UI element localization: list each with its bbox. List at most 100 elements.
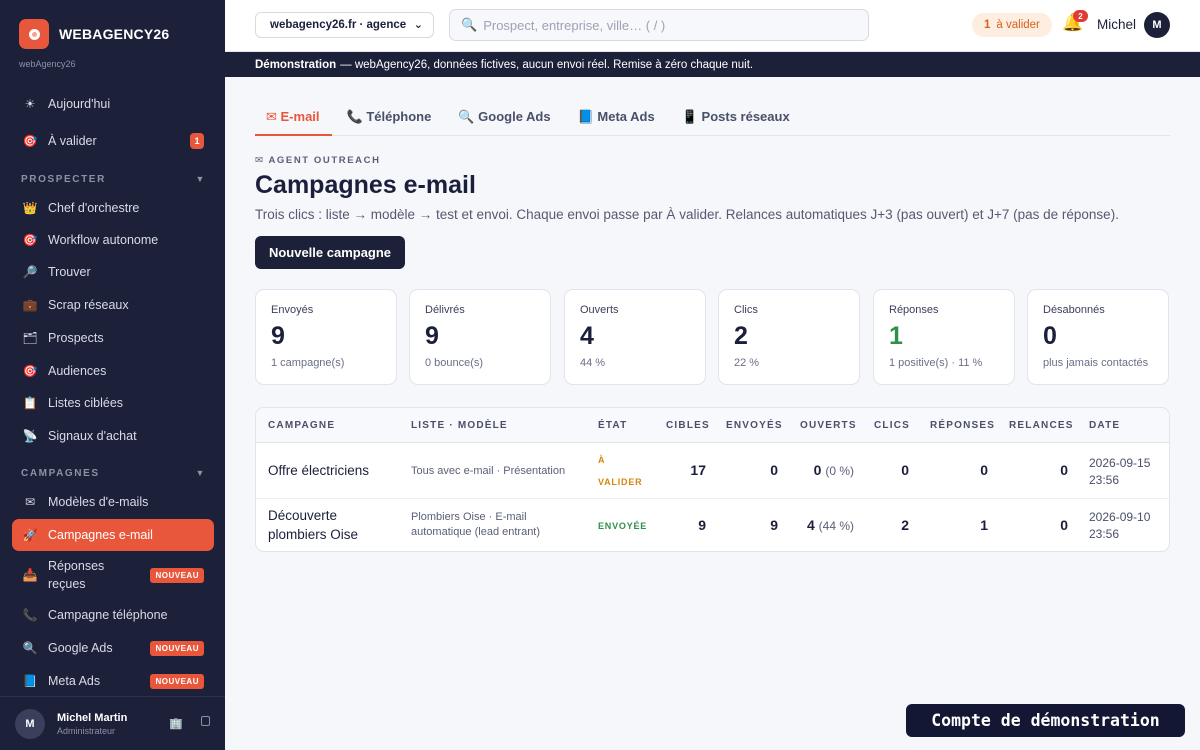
tab-meta-ads[interactable]: 📘 Meta Ads bbox=[567, 99, 667, 136]
sidebar-item-to-validate[interactable]: 🎯 À valider 1 bbox=[12, 125, 214, 157]
ouverts-percent: (44 %) bbox=[818, 519, 854, 533]
sidebar-item-label: À valider bbox=[48, 134, 97, 148]
cell-reponses: 1 bbox=[980, 517, 988, 533]
sidebar-item-signaux[interactable]: 📡 Signaux d'achat bbox=[12, 420, 214, 452]
brand-name: WEBAGENCY26 bbox=[59, 26, 170, 42]
ouverts-value: 0 bbox=[813, 462, 822, 478]
campaigns-table: CAMPAGNE LISTE · MODÈLE ÉTAT CIBLES ENVO… bbox=[255, 407, 1170, 552]
stat-card-ouverts: Ouverts 4 44 % bbox=[564, 289, 706, 385]
page-description: Trois clics : liste → modèle → test et e… bbox=[255, 207, 1119, 222]
demo-account-toast: Compte de démonstration bbox=[906, 704, 1185, 737]
campaign-name[interactable]: Offre électriciens bbox=[268, 461, 369, 480]
sidebar-item-label: Signaux d'achat bbox=[48, 429, 137, 443]
sidebar-item-scrap[interactable]: 💼 Scrap réseaux bbox=[12, 289, 214, 321]
sidebar-item-modeles[interactable]: ✉ Modèles d'e-mails bbox=[12, 486, 214, 518]
tab-posts-reseaux[interactable]: 📱 Posts réseaux bbox=[671, 99, 802, 136]
campaign-list-model: Plombiers Oise · E-mail automatique (lea… bbox=[411, 511, 541, 538]
topbar: webagency26.fr · agence ⌄ 🔍 Prospect, en… bbox=[225, 0, 1200, 52]
column-header[interactable]: RELANCES bbox=[1009, 420, 1074, 431]
rocket-icon: 🚀 bbox=[22, 528, 38, 542]
sidebar-item-chef-orchestre[interactable]: 👑 Chef d'orchestre bbox=[12, 192, 214, 224]
stat-value: 4 bbox=[580, 322, 594, 350]
column-header[interactable]: CLICS bbox=[874, 420, 910, 431]
stat-value: 2 bbox=[734, 322, 748, 350]
tab-email[interactable]: ✉ E-mail bbox=[255, 99, 332, 136]
sidebar-item-reponses[interactable]: 📥 Réponses reçues NOUVEAU bbox=[12, 555, 214, 595]
column-header[interactable]: CAMPAGNE bbox=[268, 420, 335, 431]
column-header[interactable]: OUVERTS bbox=[800, 420, 857, 431]
agency-select-value: webagency26.fr · agence bbox=[270, 19, 407, 31]
column-header[interactable]: ENVOYÉS bbox=[726, 420, 783, 431]
new-campaign-button[interactable]: Nouvelle campagne bbox=[255, 236, 405, 269]
to-validate-pill[interactable]: 1 à valider bbox=[972, 13, 1052, 37]
stat-label: Envoyés bbox=[271, 304, 314, 316]
column-header[interactable]: DATE bbox=[1089, 420, 1120, 431]
notification-badge: 2 bbox=[1073, 10, 1088, 22]
campaign-name[interactable]: Découverte plombiers Oise bbox=[268, 506, 388, 544]
cell-ouverts: 0 (0 %) bbox=[814, 462, 854, 478]
new-badge: NOUVEAU bbox=[150, 673, 204, 689]
tab-telephone[interactable]: 📞 Téléphone bbox=[336, 99, 444, 136]
inbox-icon: 📥 bbox=[22, 568, 38, 582]
magnifier-icon: 🔎 bbox=[22, 265, 38, 279]
clipboard-icon: 📋 bbox=[22, 396, 38, 410]
sidebar-item-audiences[interactable]: 🎯 Audiences bbox=[12, 355, 214, 387]
section-prospecter[interactable]: PROSPECTER ▼ bbox=[21, 174, 206, 185]
crown-icon: 👑 bbox=[22, 201, 38, 215]
target-icon: 🎯 bbox=[22, 134, 38, 148]
caret-down-icon: ▼ bbox=[195, 468, 206, 478]
sidebar-item-label: Modèles d'e-mails bbox=[48, 495, 149, 509]
sidebar-item-label: Campagne téléphone bbox=[48, 608, 168, 622]
cell-cibles: 17 bbox=[690, 462, 706, 478]
cell-envoyes: 0 bbox=[770, 462, 778, 478]
column-header[interactable]: LISTE · MODÈLE bbox=[411, 420, 508, 431]
sidebar-item-listes[interactable]: 📋 Listes ciblées bbox=[12, 387, 214, 419]
stat-sub: 1 positive(s) · 11 % bbox=[889, 357, 983, 369]
stat-label: Réponses bbox=[889, 304, 939, 316]
to-validate-count: 1 bbox=[984, 19, 991, 31]
main-content: ✉ E-mail 📞 Téléphone 🔍 Google Ads 📘 Meta… bbox=[225, 77, 1200, 750]
building-icon[interactable]: 🏢 bbox=[169, 717, 183, 730]
sidebar-item-meta-ads[interactable]: 📘 Meta Ads NOUVEAU bbox=[12, 665, 214, 697]
sidebar-item-label: Meta Ads bbox=[48, 674, 101, 688]
sidebar-item-workflow[interactable]: 🎯 Workflow autonome bbox=[12, 224, 214, 256]
cell-clics: 0 bbox=[901, 462, 909, 478]
stat-sub: plus jamais contactés bbox=[1043, 357, 1149, 369]
search-icon: 🔍 bbox=[461, 17, 478, 32]
column-header[interactable]: CIBLES bbox=[666, 420, 710, 431]
brand[interactable]: WEBAGENCY26 bbox=[0, 0, 225, 50]
sidebar-item-label: Trouver bbox=[48, 265, 91, 279]
ouverts-percent: (0 %) bbox=[825, 464, 854, 478]
campaign-list-model: Tous avec e-mail · Présentation bbox=[411, 465, 566, 477]
to-validate-label: à valider bbox=[996, 19, 1040, 31]
table-row[interactable]: Découverte plombiers Oise Plombiers Oise… bbox=[256, 499, 1169, 551]
sidebar-item-label: Aujourd'hui bbox=[48, 97, 111, 111]
sidebar-user[interactable]: M Michel Martin Administrateur 🏢 bbox=[0, 696, 225, 750]
avatar[interactable]: M bbox=[1144, 12, 1170, 38]
sidebar-item-google-ads[interactable]: 🔍 Google Ads NOUVEAU bbox=[12, 632, 214, 664]
sidebar-item-prospects[interactable]: 🗂 Prospects bbox=[12, 322, 214, 354]
logout-icon[interactable] bbox=[201, 716, 210, 726]
sidebar-item-campagnes-email[interactable]: 🚀 Campagnes e-mail bbox=[12, 519, 214, 551]
sidebar-item-today[interactable]: ☀ Aujourd'hui bbox=[12, 88, 214, 120]
demo-banner-text: — webAgency26, données fictives, aucun e… bbox=[340, 58, 754, 71]
topbar-user-name[interactable]: Michel bbox=[1097, 17, 1136, 32]
stat-sub: 22 % bbox=[734, 357, 760, 369]
stat-value: 9 bbox=[271, 322, 285, 350]
section-campagnes[interactable]: CAMPAGNES ▼ bbox=[21, 468, 206, 479]
table-row[interactable]: Offre électriciens Tous avec e-mail · Pr… bbox=[256, 443, 1169, 499]
column-header[interactable]: RÉPONSES bbox=[930, 420, 995, 431]
table-header: CAMPAGNE LISTE · MODÈLE ÉTAT CIBLES ENVO… bbox=[256, 408, 1169, 443]
demo-banner-bold: Démonstration bbox=[255, 58, 337, 71]
sidebar-item-trouver[interactable]: 🔎 Trouver bbox=[12, 256, 214, 288]
tab-google-ads[interactable]: 🔍 Google Ads bbox=[447, 99, 562, 136]
column-header[interactable]: ÉTAT bbox=[598, 420, 627, 431]
agency-select[interactable]: webagency26.fr · agence ⌄ bbox=[255, 12, 434, 38]
search-input[interactable]: 🔍 Prospect, entreprise, ville… ( / ) bbox=[449, 9, 869, 41]
sidebar-item-campagne-telephone[interactable]: 📞 Campagne téléphone bbox=[12, 599, 214, 631]
magnifier-icon: 🔍 bbox=[22, 641, 38, 655]
chevron-down-icon: ⌄ bbox=[413, 19, 423, 31]
sidebar-item-label: Google Ads bbox=[48, 641, 113, 655]
section-title: CAMPAGNES bbox=[21, 468, 100, 479]
cell-date: 2026-09-15 23:56 bbox=[1089, 456, 1151, 487]
